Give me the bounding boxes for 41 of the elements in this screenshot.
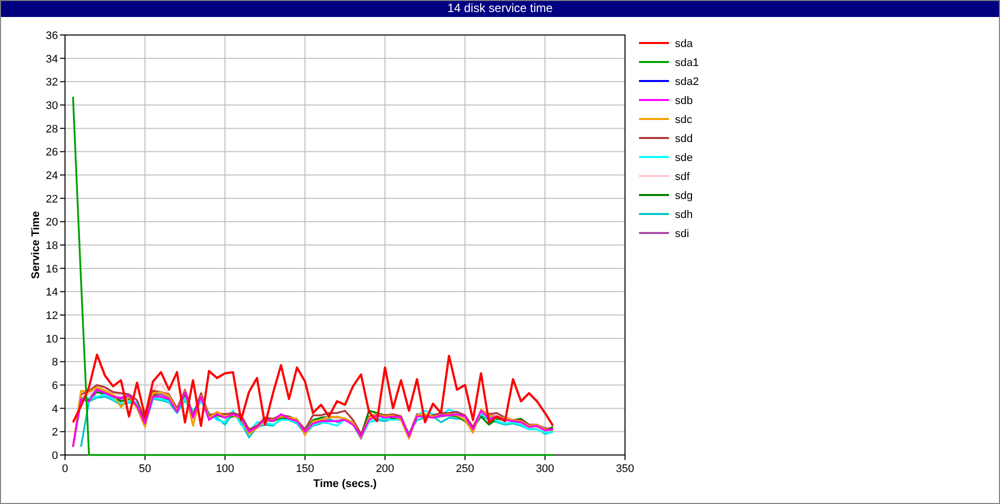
y-axis-title: Service Time [30,211,42,279]
tick-label: 0 [62,463,68,475]
tick-label: 2 [52,426,58,439]
chart-title: 14 disk service time [1,1,999,17]
tick-label: 24 [46,170,58,182]
tick-label: 22 [46,193,58,206]
tick-label: 8 [52,356,58,369]
tick-label: 26 [46,146,58,159]
tick-label: 32 [46,76,58,89]
tick-label: 16 [46,263,58,276]
tick-label: 10 [46,333,58,346]
tick-label: 28 [46,123,58,136]
tick-label: 30 [46,100,58,112]
legend-label: sda [675,38,693,50]
legend-label: sdb [675,95,693,107]
tick-label: 100 [216,463,234,475]
tick-label: 300 [536,463,554,475]
tick-label: 200 [376,463,394,475]
tick-label: 20 [46,216,58,229]
tick-label: 0 [52,450,58,462]
legend-label: sdf [675,171,690,183]
legend-label: sdc [675,114,692,126]
tick-label: 150 [296,463,314,475]
tick-label: 6 [52,380,58,392]
legend-label: sda1 [675,57,699,69]
legend-label: sdh [675,209,693,221]
legend-label: sdi [675,228,690,240]
legend-label: sde [675,152,693,164]
tick-label: 250 [456,463,474,475]
legend-label: sdg [675,190,693,202]
tick-label: 18 [46,240,58,252]
tick-label: 50 [138,463,152,475]
legend-label: sda2 [675,76,699,88]
tick-label: 36 [46,30,58,42]
tick-label: 350 [616,463,634,475]
tick-label: 12 [46,310,58,322]
tick-label: 34 [46,53,58,66]
tick-label: 14 [46,286,58,299]
x-axis-title: Time (secs.) [313,478,377,490]
tick-label: 4 [52,403,58,416]
legend-label: sdd [675,133,693,145]
